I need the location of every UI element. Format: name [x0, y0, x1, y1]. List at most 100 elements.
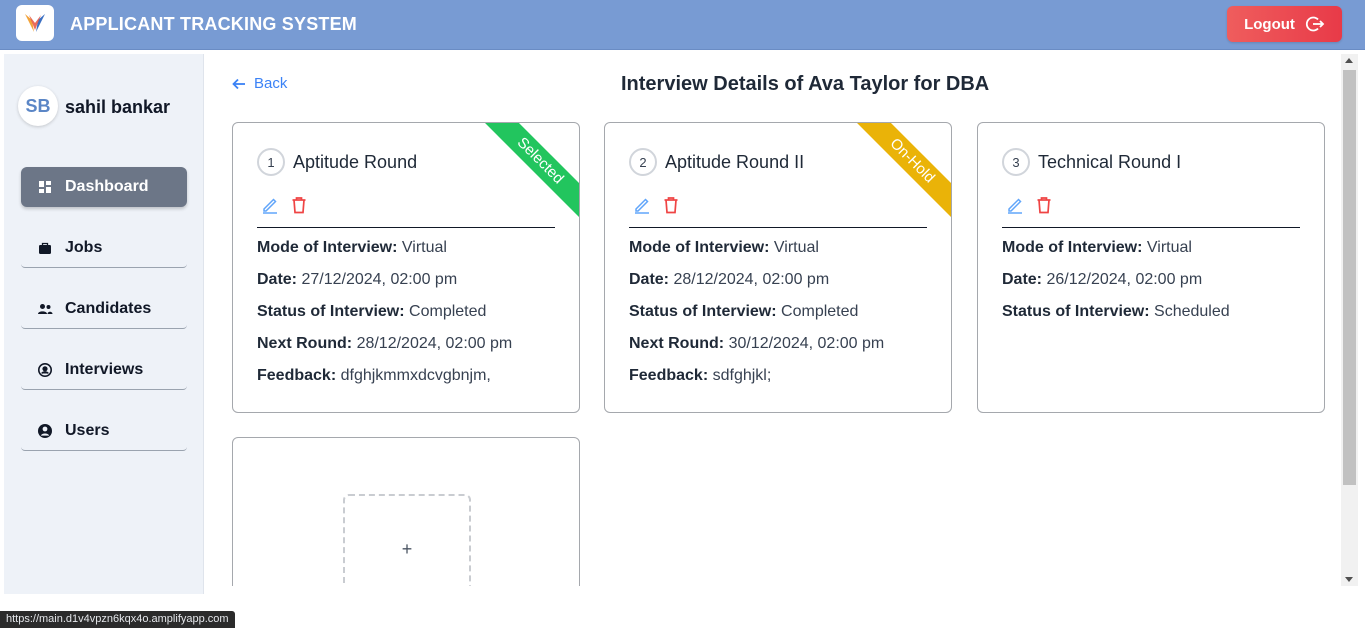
user-name: sahil bankar — [65, 97, 171, 117]
logo-icon — [25, 14, 45, 32]
field-label: Status of Interview: — [257, 303, 405, 320]
field-label: Date: — [629, 271, 670, 288]
plus-icon: + — [401, 538, 413, 559]
round-name: Technical Round I — [1038, 151, 1182, 172]
date-field: Date: 28/12/2024, 02:00 pm — [629, 271, 829, 289]
round-header: 3 Technical Round I — [1002, 148, 1181, 176]
field-value: 27/12/2024, 02:00 pm — [301, 271, 458, 288]
round-number: 1 — [257, 148, 285, 176]
round-header: 2 Aptitude Round II — [629, 148, 804, 176]
users-icon — [37, 301, 53, 317]
card-actions — [633, 196, 679, 219]
next-round-field: Next Round: 30/12/2024, 02:00 pm — [629, 335, 884, 353]
add-round-card: + — [232, 437, 580, 586]
sidebar: SB sahil bankar Dashboard Jobs Candidate… — [4, 54, 204, 594]
page-title: Interview Details of Ava Taylor for DBA — [621, 73, 990, 95]
round-name: Aptitude Round II — [665, 151, 805, 172]
divider — [629, 227, 927, 228]
arrow-left-icon — [232, 78, 245, 89]
status-ribbon: On-Hold — [850, 123, 951, 223]
status-field: Status of Interview: Scheduled — [1002, 303, 1230, 321]
round-number: 3 — [1002, 148, 1030, 176]
round-number: 2 — [629, 148, 657, 176]
sidebar-item-candidates[interactable]: Candidates — [21, 289, 187, 329]
divider — [257, 227, 555, 228]
back-label: Back — [254, 75, 288, 92]
date-field: Date: 27/12/2024, 02:00 pm — [257, 271, 457, 289]
field-value: 30/12/2024, 02:00 pm — [728, 335, 885, 352]
interview-round-card: Selected 1 Aptitude Round Mode of Interv… — [232, 122, 580, 413]
mode-field: Mode of Interview: Virtual — [1002, 239, 1192, 257]
edit-icon[interactable] — [633, 196, 651, 219]
status-ribbon: Selected — [478, 123, 579, 223]
logout-button[interactable]: Logout — [1227, 6, 1342, 42]
status-field: Status of Interview: Completed — [629, 303, 858, 321]
field-label: Feedback: — [629, 367, 709, 384]
delete-icon[interactable] — [663, 196, 679, 219]
field-value: Scheduled — [1154, 303, 1230, 320]
field-value: Completed — [409, 303, 487, 320]
dashboard-icon — [37, 179, 53, 195]
field-value: 28/12/2024, 02:00 pm — [673, 271, 830, 288]
sidebar-item-label: Users — [65, 421, 110, 439]
mode-field: Mode of Interview: Virtual — [257, 239, 447, 257]
field-value: sdfghjkl; — [712, 367, 772, 384]
avatar[interactable]: SB — [18, 86, 58, 126]
card-actions — [261, 196, 307, 219]
sidebar-item-dashboard[interactable]: Dashboard — [21, 167, 187, 207]
edit-icon[interactable] — [261, 196, 279, 219]
field-label: Next Round: — [629, 335, 725, 352]
sidebar-item-label: Interviews — [65, 360, 144, 378]
divider — [1002, 227, 1300, 228]
field-value: Virtual — [1146, 239, 1192, 256]
sidebar-item-jobs[interactable]: Jobs — [21, 228, 187, 268]
field-label: Mode of Interview: — [257, 239, 398, 256]
field-label: Date: — [257, 271, 298, 288]
field-label: Status of Interview: — [1002, 303, 1150, 320]
field-value: Completed — [781, 303, 859, 320]
scrollbar-thumb[interactable] — [1343, 70, 1356, 485]
field-label: Status of Interview: — [629, 303, 777, 320]
scroll-up-icon[interactable] — [1345, 58, 1353, 63]
next-round-field: Next Round: 28/12/2024, 02:00 pm — [257, 335, 512, 353]
sidebar-item-interviews[interactable]: Interviews — [21, 350, 187, 390]
status-bar-url: https://main.d1v4vpzn6kqx4o.amplifyapp.c… — [0, 611, 235, 628]
top-bar: APPLICANT TRACKING SYSTEM Logout — [0, 0, 1365, 50]
field-label: Date: — [1002, 271, 1043, 288]
interview-round-card: 3 Technical Round I Mode of Interview: V… — [977, 122, 1325, 413]
logout-label: Logout — [1244, 15, 1295, 33]
add-round-button[interactable]: + — [343, 494, 471, 586]
logout-icon — [1305, 16, 1325, 32]
field-label: Mode of Interview: — [1002, 239, 1143, 256]
field-value: Virtual — [773, 239, 819, 256]
interview-icon — [37, 362, 53, 378]
card-actions — [1006, 196, 1052, 219]
sidebar-item-users[interactable]: Users — [21, 411, 187, 451]
scrollbar[interactable] — [1341, 54, 1358, 586]
date-field: Date: 26/12/2024, 02:00 pm — [1002, 271, 1202, 289]
feedback-field: Feedback: dfghjkmmxdcvgbnjm, — [257, 367, 491, 385]
field-label: Feedback: — [257, 367, 337, 384]
field-value: Virtual — [401, 239, 447, 256]
sidebar-item-label: Jobs — [65, 238, 103, 256]
round-header: 1 Aptitude Round — [257, 148, 417, 176]
sidebar-item-label: Candidates — [65, 299, 152, 317]
app-title: APPLICANT TRACKING SYSTEM — [70, 14, 358, 34]
back-link[interactable]: Back — [232, 75, 287, 92]
field-value: dfghjkmmxdcvgbnjm, — [340, 367, 491, 384]
app-logo[interactable] — [16, 5, 54, 41]
sidebar-item-label: Dashboard — [65, 178, 149, 195]
field-value: 26/12/2024, 02:00 pm — [1046, 271, 1203, 288]
main-content: Back Interview Details of Ava Taylor for… — [204, 54, 1340, 586]
user-circle-icon — [37, 423, 53, 439]
feedback-field: Feedback: sdfghjkl; — [629, 367, 771, 385]
delete-icon[interactable] — [291, 196, 307, 219]
scroll-down-icon[interactable] — [1345, 577, 1353, 582]
interview-round-card: On-Hold 2 Aptitude Round II Mode of Inte… — [604, 122, 952, 413]
edit-icon[interactable] — [1006, 196, 1024, 219]
briefcase-icon — [37, 240, 53, 256]
round-name: Aptitude Round — [293, 151, 418, 172]
field-value: 28/12/2024, 02:00 pm — [356, 335, 513, 352]
delete-icon[interactable] — [1036, 196, 1052, 219]
mode-field: Mode of Interview: Virtual — [629, 239, 819, 257]
